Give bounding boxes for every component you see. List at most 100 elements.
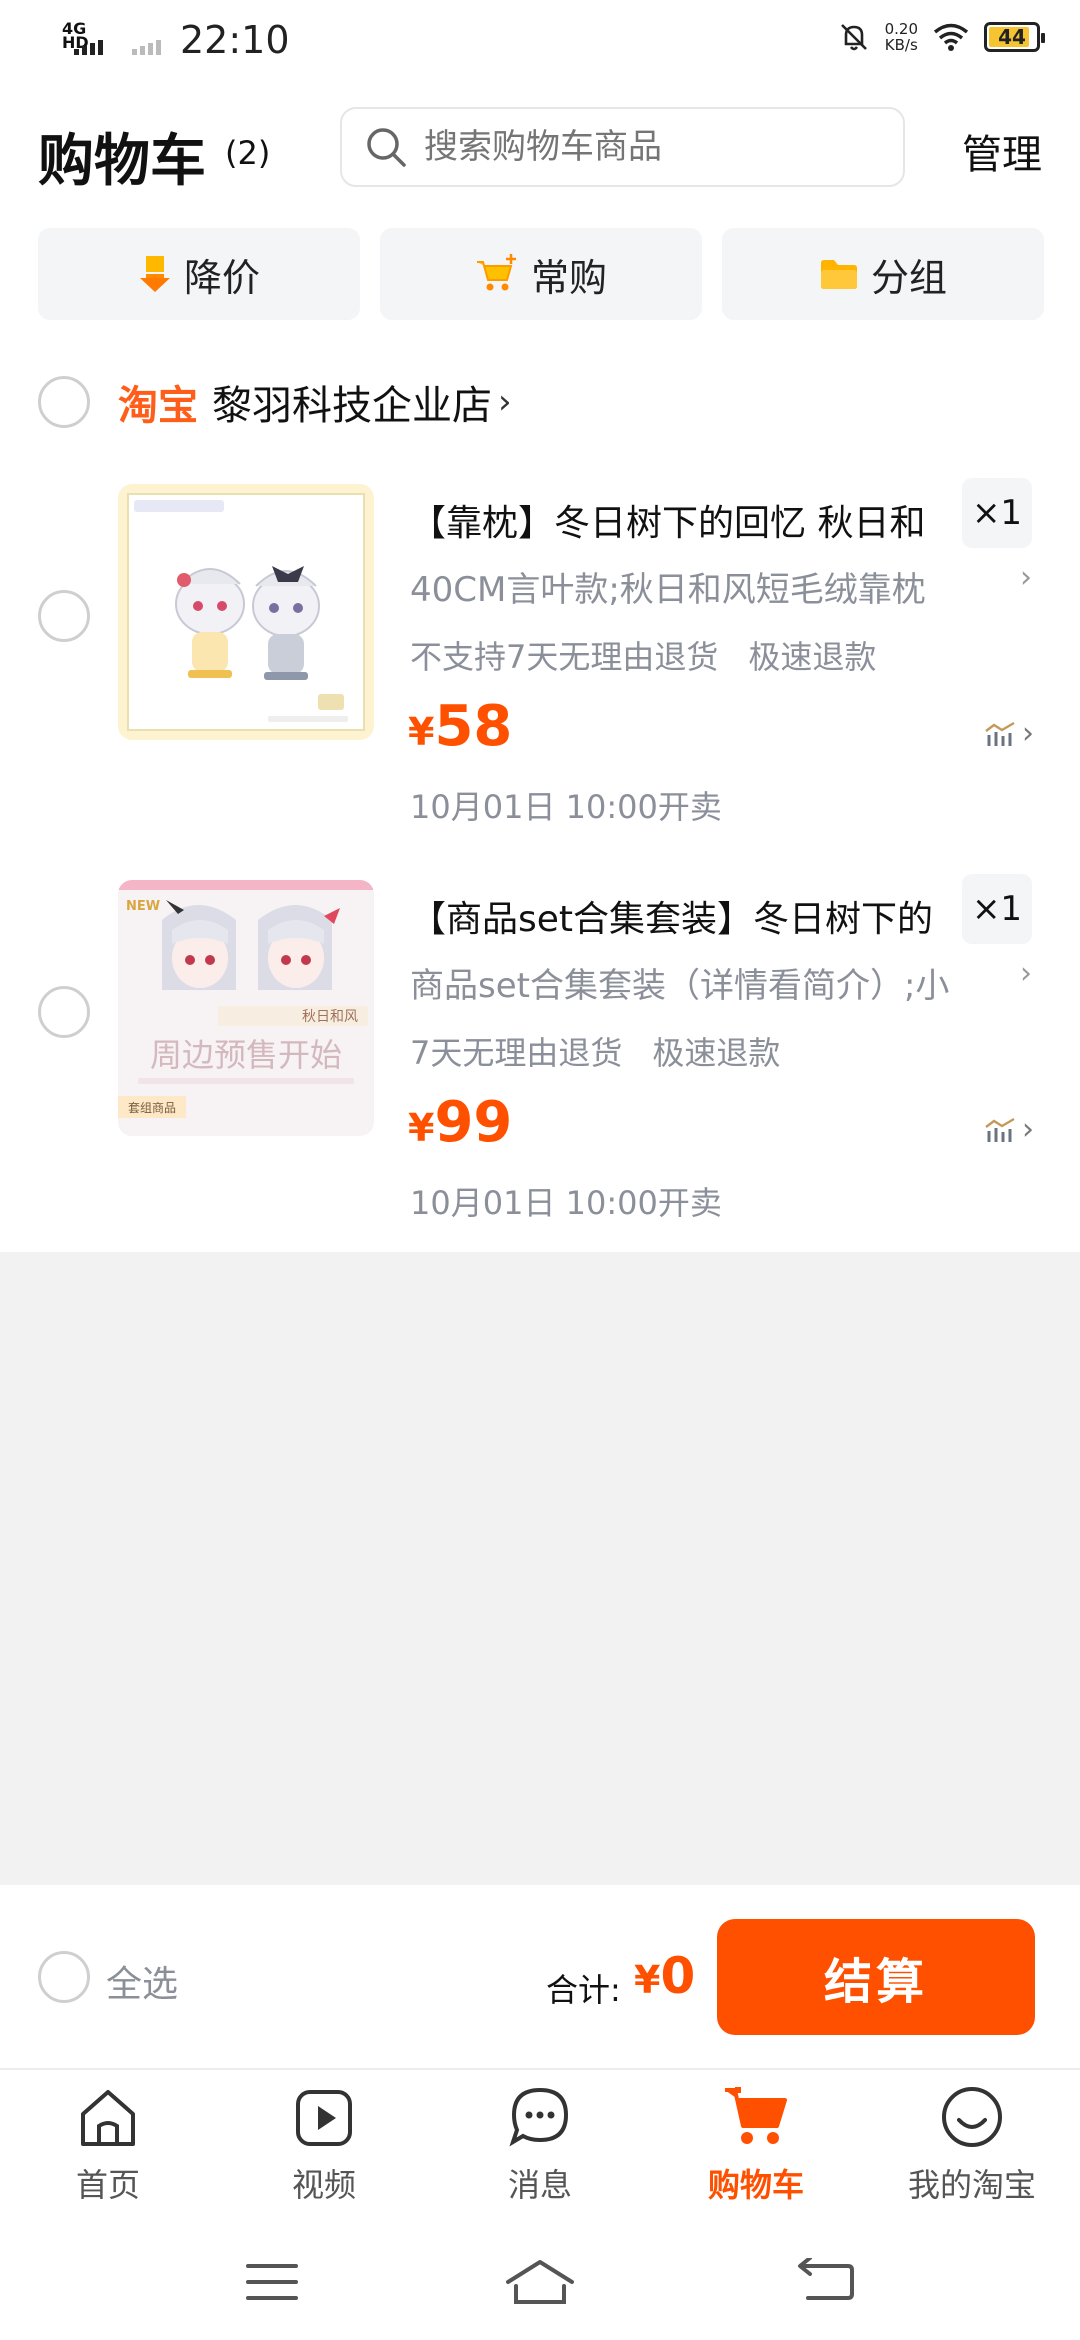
search-box[interactable] xyxy=(340,107,905,187)
tab-label: 消息 xyxy=(507,2166,572,2204)
item-sku[interactable]: 40CM言叶款;秋日和风短毛绒靠枕 xyxy=(410,562,995,611)
product-image xyxy=(118,484,374,740)
mute-bell-icon xyxy=(840,24,867,51)
item-price: ¥58 xyxy=(408,694,512,759)
thumb-name: 秋日和风 xyxy=(302,1009,358,1025)
item-title[interactable]: 【商品set合集套装】冬日树下的 xyxy=(410,890,955,942)
signal-strength-icon xyxy=(74,40,103,55)
sku-chevron-icon: › xyxy=(1020,956,1032,991)
checkout-button[interactable]: 结算 xyxy=(717,1919,1035,2035)
sku-chevron-icon: › xyxy=(1020,560,1032,595)
tag-return-policy: 不支持7天无理由退货 xyxy=(410,638,719,676)
price-trend-icon xyxy=(985,1117,1015,1142)
wifi-icon xyxy=(933,23,969,51)
quantity-badge[interactable]: ×1 xyxy=(962,478,1032,548)
menu-icon[interactable] xyxy=(244,2258,300,2306)
filter-label: 降价 xyxy=(183,255,260,300)
item-tags: 不支持7天无理由退货 极速退款 xyxy=(410,632,876,678)
chevron-right-icon: › xyxy=(1022,1112,1034,1147)
back-nav-icon[interactable] xyxy=(796,2258,856,2306)
search-icon xyxy=(367,128,406,167)
price-value: 58 xyxy=(434,694,513,759)
thumb-new-tag: NEW xyxy=(126,899,160,914)
cart-plus-icon xyxy=(476,254,516,291)
tab-home[interactable]: 首页 xyxy=(0,2070,216,2230)
item-select-radio[interactable] xyxy=(38,986,90,1038)
item-sku[interactable]: 商品set合集套装（详情看简介）;小 xyxy=(410,958,1000,1007)
signal-strength-2-icon xyxy=(132,40,161,55)
speed-unit: KB/s xyxy=(884,36,918,54)
item-tags: 7天无理由退货 极速退款 xyxy=(410,1028,780,1074)
price-trend-icon xyxy=(985,721,1015,746)
price-symbol: ¥ xyxy=(408,1106,435,1150)
search-input[interactable] xyxy=(424,127,864,167)
product-image: NEW 秋日和风 周边预售开始 套组商品 xyxy=(118,880,374,1136)
sale-time: 10月01日 10:00开卖 xyxy=(410,1184,722,1222)
cart-header: 购物车 (2) 管理 xyxy=(0,100,1080,200)
tab-label: 我的淘宝 xyxy=(907,2166,1036,2204)
system-navigation xyxy=(0,2230,1080,2340)
item-price: ¥99 xyxy=(408,1090,512,1155)
status-bar: 4G HD 22:10 0.20 KB/s 44 xyxy=(0,0,1080,90)
quantity-badge[interactable]: ×1 xyxy=(962,874,1032,944)
total-value: 0 xyxy=(660,1947,696,2005)
checkout-bar: 全选 合计: ¥0 结算 xyxy=(0,1885,1080,2070)
battery-icon: 44 xyxy=(984,22,1045,52)
filter-label: 分组 xyxy=(870,255,947,300)
price-symbol: ¥ xyxy=(408,710,435,754)
thumb-badge: 套组商品 xyxy=(128,1100,176,1115)
tab-my-taobao[interactable]: 我的淘宝 xyxy=(864,2070,1080,2230)
tab-cart[interactable]: 购物车 xyxy=(648,2070,864,2230)
tag-fast-refund: 极速退款 xyxy=(652,1034,781,1072)
folder-icon xyxy=(820,260,857,289)
bottom-tab-bar: 首页 视频 消息 购物车 我的淘宝 xyxy=(0,2070,1080,2230)
network-speed: 0.20 KB/s xyxy=(885,21,918,53)
battery-level: 44 xyxy=(998,25,1026,49)
tab-video[interactable]: 视频 xyxy=(216,2070,432,2230)
cart-item[interactable]: 【靠枕】冬日树下的回忆 秋日和 ×1 40CM言叶款;秋日和风短毛绒靠枕 › 不… xyxy=(0,478,1080,844)
total-label: 合计: xyxy=(546,1971,621,2009)
filter-frequent[interactable]: 常购 xyxy=(380,228,702,320)
sale-time: 10月01日 10:00开卖 xyxy=(410,788,722,826)
message-icon xyxy=(509,2087,569,2147)
tab-label: 视频 xyxy=(291,2166,356,2204)
quick-filters: 降价 常购 分组 xyxy=(38,228,1044,320)
status-right: 0.20 KB/s 44 xyxy=(837,20,1045,54)
item-select-radio[interactable] xyxy=(38,590,90,642)
filter-label: 常购 xyxy=(530,255,607,300)
item-title[interactable]: 【靠枕】冬日树下的回忆 秋日和 xyxy=(410,494,955,546)
shop-select-radio[interactable] xyxy=(38,376,90,428)
price-value: 99 xyxy=(434,1090,513,1155)
taobao-logo: 淘宝 xyxy=(118,383,198,429)
filter-price-drop[interactable]: 降价 xyxy=(38,228,360,320)
clock: 22:10 xyxy=(180,18,290,62)
select-all-label[interactable]: 全选 xyxy=(106,1955,178,2007)
shop-name[interactable]: 黎羽科技企业店 xyxy=(212,373,492,431)
chevron-right-icon: › xyxy=(1022,716,1034,751)
select-all-radio[interactable] xyxy=(38,1951,90,2003)
total-symbol: ¥ xyxy=(634,1958,661,2002)
thumb-headline: 周边预售开始 xyxy=(150,1036,342,1074)
tab-messages[interactable]: 消息 xyxy=(432,2070,648,2230)
price-trend-button[interactable]: › xyxy=(984,1112,1034,1147)
home-nav-icon[interactable] xyxy=(504,2258,576,2308)
tab-label: 购物车 xyxy=(707,2166,804,2204)
chevron-right-icon: › xyxy=(498,382,512,422)
filter-group[interactable]: 分组 xyxy=(722,228,1044,320)
cart-count: (2) xyxy=(225,134,271,172)
tag-fast-refund: 极速退款 xyxy=(748,638,877,676)
shop-row[interactable]: 淘宝 黎羽科技企业店 › xyxy=(38,372,512,432)
speed-value: 0.20 xyxy=(884,20,918,38)
home-icon xyxy=(81,2090,135,2146)
price-drop-icon xyxy=(139,256,170,292)
price-trend-button[interactable]: › xyxy=(984,716,1034,751)
product-thumbnail[interactable] xyxy=(118,484,374,740)
product-thumbnail[interactable]: NEW 秋日和风 周边预售开始 套组商品 xyxy=(118,880,374,1136)
manage-button[interactable]: 管理 xyxy=(962,122,1042,180)
tab-label: 首页 xyxy=(75,2166,140,2204)
page-title: 购物车 xyxy=(38,129,206,194)
cart-icon xyxy=(725,2087,787,2144)
total-amount: ¥0 xyxy=(634,1947,695,2005)
cart-item[interactable]: NEW 秋日和风 周边预售开始 套组商品 【商品set合集套装】冬日树下的 ×1… xyxy=(0,874,1080,1240)
profile-icon xyxy=(942,2087,1002,2147)
